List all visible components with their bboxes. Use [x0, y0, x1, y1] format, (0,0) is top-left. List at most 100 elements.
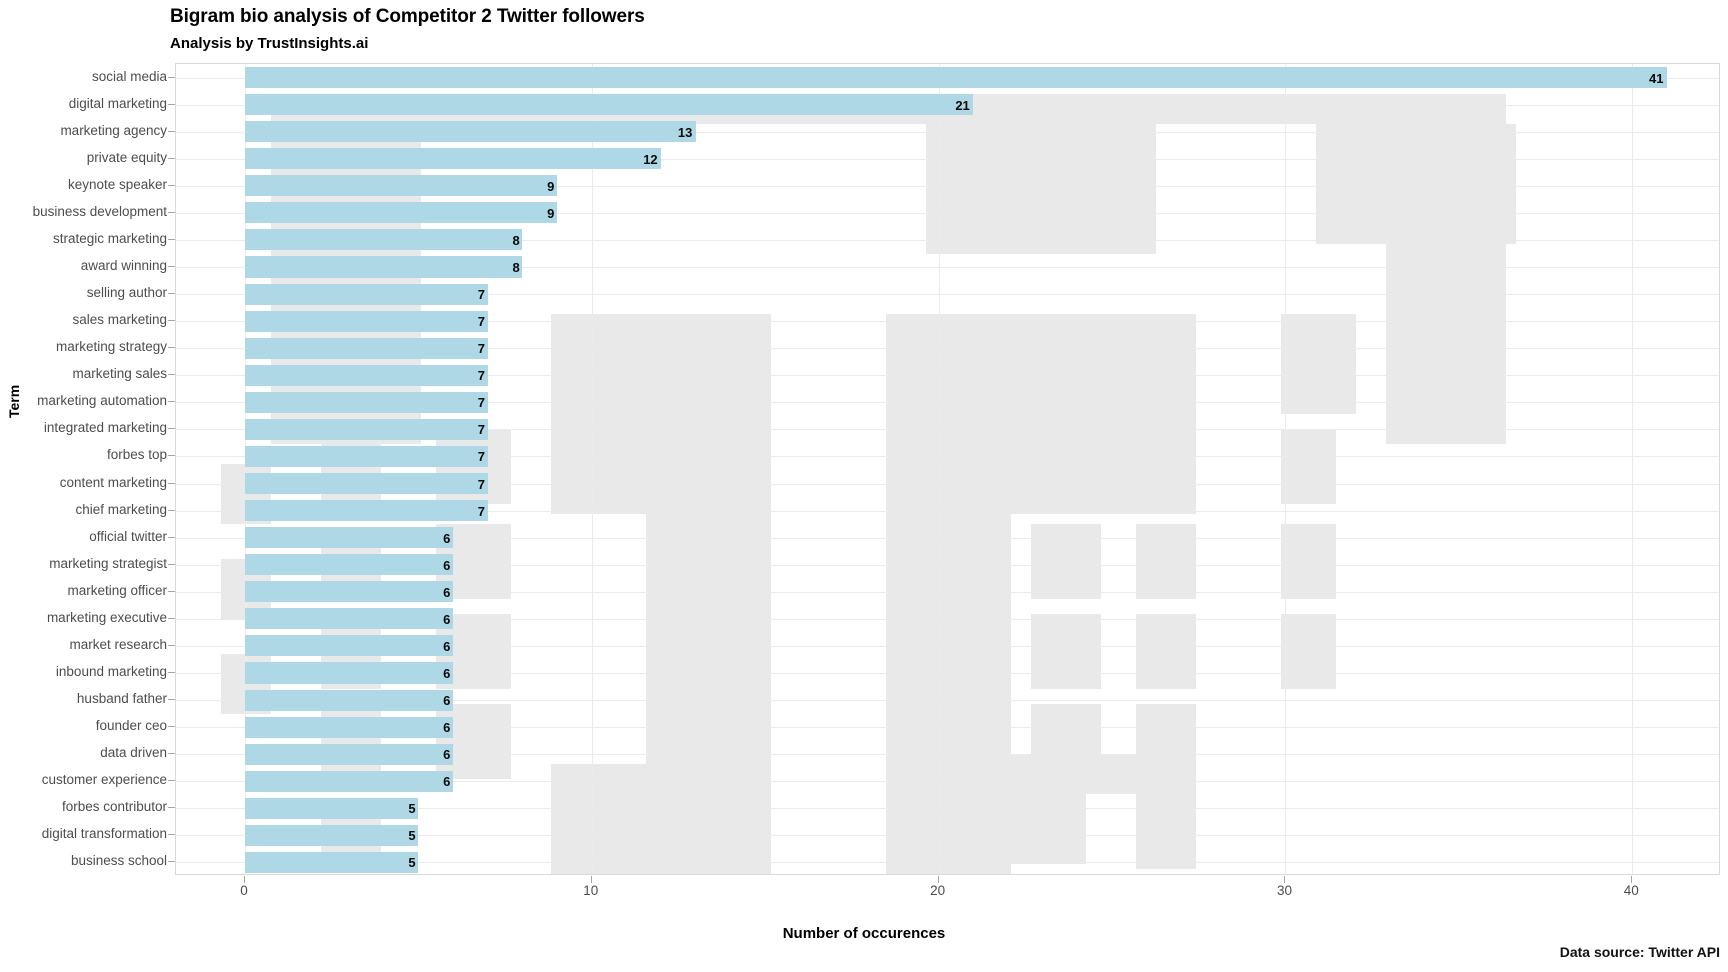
y-axis-tick-label: market research: [69, 636, 167, 652]
y-axis-tick-mark: [168, 401, 175, 402]
bar[interactable]: [245, 121, 696, 143]
y-axis-tick-label: forbes top: [106, 447, 167, 463]
bar[interactable]: [245, 824, 419, 846]
bar[interactable]: [245, 175, 558, 197]
y-axis-tick-mark: [168, 266, 175, 267]
bar[interactable]: [245, 635, 454, 657]
y-axis-tick-mark: [168, 672, 175, 673]
bar[interactable]: [245, 500, 488, 522]
watermark-block: [886, 754, 1086, 864]
y-axis-tick-label: forbes contributor: [61, 799, 167, 815]
y-axis-tick-mark: [168, 807, 175, 808]
watermark-block: [436, 704, 511, 779]
bar[interactable]: [245, 148, 662, 170]
bar[interactable]: [245, 716, 454, 738]
bar[interactable]: [245, 94, 974, 116]
watermark-block: [1136, 429, 1196, 504]
bar[interactable]: [245, 662, 454, 684]
y-axis-tick-label: digital marketing: [68, 95, 167, 111]
bar-value-label: 21: [955, 97, 970, 113]
bar[interactable]: [245, 364, 488, 386]
y-axis-tick-label: digital transformation: [41, 826, 167, 842]
bar[interactable]: [245, 554, 454, 576]
y-axis-tick-label: selling author: [86, 285, 167, 301]
bar[interactable]: [245, 229, 523, 251]
y-axis-tick-label: customer experience: [41, 772, 167, 788]
bar-value-label: 7: [477, 395, 485, 411]
bar[interactable]: [245, 202, 558, 224]
x-axis-tick-mark: [1631, 876, 1632, 883]
y-axis-tick-mark: [168, 77, 175, 78]
x-axis-tick-mark: [938, 876, 939, 883]
y-axis-tick-mark: [168, 320, 175, 321]
bar-value-label: 5: [408, 828, 416, 844]
bar[interactable]: [245, 66, 1667, 89]
watermark-block: [1031, 524, 1101, 599]
y-axis-tick-mark: [168, 726, 175, 727]
y-axis-tick-mark: [168, 861, 175, 862]
y-axis-tick-label: marketing executive: [46, 609, 167, 625]
y-axis-tick-label: business school: [70, 853, 167, 869]
bar[interactable]: [245, 283, 488, 305]
bar[interactable]: [245, 418, 488, 440]
y-axis-tick-mark: [168, 699, 175, 700]
bar-value-label: 7: [477, 422, 485, 438]
bar[interactable]: [245, 797, 419, 819]
bar[interactable]: [245, 337, 488, 359]
y-axis-tick-mark: [168, 131, 175, 132]
bar-value-label: 12: [643, 151, 658, 167]
y-axis-tick-label: marketing officer: [67, 582, 167, 598]
bar[interactable]: [245, 445, 488, 468]
bar-value-label: 6: [443, 774, 451, 790]
x-axis-tick-mark: [591, 876, 592, 883]
bar[interactable]: [245, 689, 454, 711]
y-axis-tick-label: social media: [91, 68, 167, 84]
bar-value-label: 7: [477, 503, 485, 519]
y-axis-tick-label: founder ceo: [95, 718, 167, 734]
bar[interactable]: [245, 743, 454, 765]
y-axis-tick-label: private equity: [86, 149, 167, 165]
x-axis-tick-mark: [1284, 876, 1285, 883]
bar-value-label: 7: [477, 476, 485, 492]
grid-line-vertical: [1285, 64, 1286, 874]
bar[interactable]: [245, 851, 419, 874]
bar[interactable]: [245, 391, 488, 413]
bar[interactable]: [245, 527, 454, 549]
bar[interactable]: [245, 608, 454, 630]
watermark-block: [1031, 614, 1101, 689]
y-axis-tick-label: official twitter: [89, 528, 167, 544]
bar-value-label: 9: [547, 178, 555, 194]
bar[interactable]: [245, 256, 523, 278]
y-axis-tick-mark: [168, 564, 175, 565]
watermark-block: [1136, 614, 1196, 689]
bar[interactable]: [245, 581, 454, 603]
watermark-block: [1031, 429, 1101, 504]
y-axis-tick-mark: [168, 347, 175, 348]
watermark-block: [1316, 124, 1516, 244]
page-subtitle: Analysis by TrustInsights.ai: [170, 35, 369, 52]
y-axis-tick-mark: [168, 591, 175, 592]
bar[interactable]: [245, 472, 488, 495]
x-axis-tick-label: 0: [240, 883, 248, 898]
bar[interactable]: [245, 770, 454, 792]
y-axis-tick-label: marketing strategy: [55, 339, 167, 355]
y-axis-tick-mark: [168, 780, 175, 781]
bar-value-label: 5: [408, 801, 416, 817]
y-axis-tick-mark: [168, 455, 175, 456]
page-title: Bigram bio analysis of Competitor 2 Twit…: [170, 6, 645, 27]
bar-value-label: 6: [443, 747, 451, 763]
y-axis-title: Term: [6, 384, 22, 418]
chart-plot-area: 41 21 13 12 9 9 8 8 7 7 7 7 7 7 7 7 7 6 6 6 6 6 6 6 6 6 6 5 5 5: [175, 63, 1720, 875]
bar[interactable]: [245, 310, 488, 332]
watermark-block: [1136, 794, 1196, 869]
bar-value-label: 5: [408, 855, 416, 871]
y-axis-tick-mark: [168, 104, 175, 105]
bar-value-label: 6: [443, 693, 451, 709]
y-axis-tick-label: marketing strategist: [49, 555, 167, 571]
y-axis-tick-label: content marketing: [59, 474, 167, 490]
bar-value-label: 41: [1648, 70, 1664, 86]
y-axis-tick-mark: [168, 374, 175, 375]
bar-value-label: 6: [443, 530, 451, 546]
bar-value-label: 8: [512, 232, 520, 248]
y-axis-tick-mark: [168, 537, 175, 538]
